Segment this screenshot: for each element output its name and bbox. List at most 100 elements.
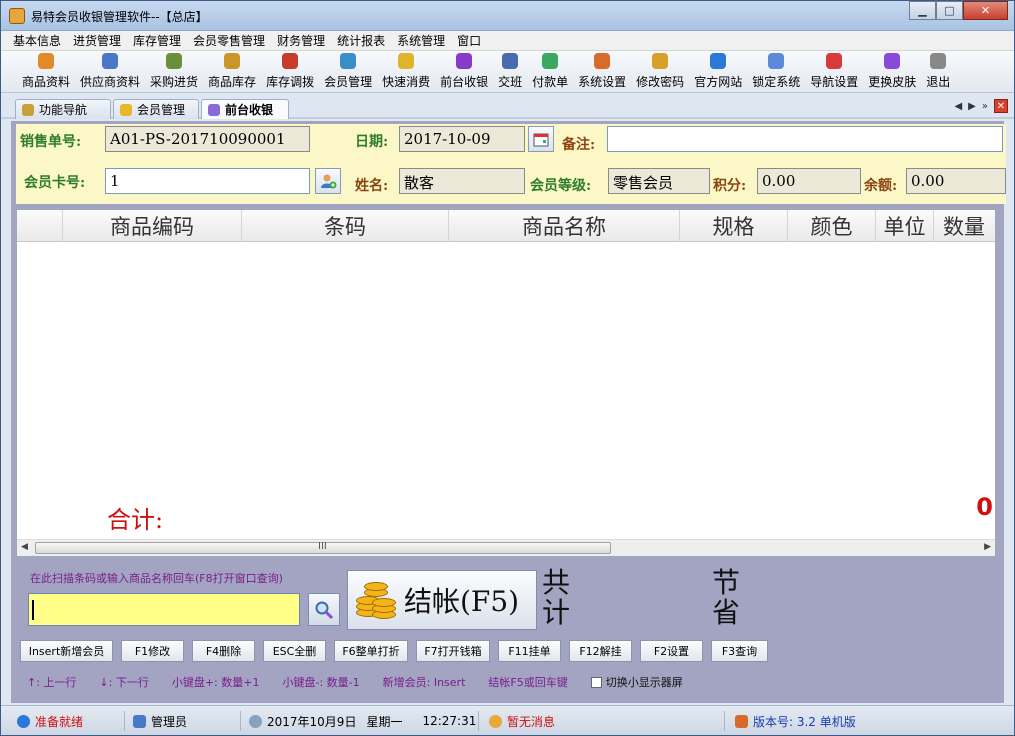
fkey-f1-edit[interactable]: F1修改 <box>121 640 184 662</box>
scroll-right-icon[interactable]: ▶ <box>984 542 991 552</box>
tab-scroll-right-icon[interactable]: ▶ <box>968 101 976 112</box>
tab-cashier[interactable]: 前台收银 <box>201 99 289 119</box>
supplier-icon <box>102 53 119 69</box>
toolbar-button-people[interactable]: 交班 <box>493 52 527 92</box>
status-version-text: 版本号: 3.2 单机版 <box>753 714 856 729</box>
toolbar-button-member[interactable]: 会员管理 <box>319 52 377 92</box>
toolbar-button-transfer[interactable]: 库存调拨 <box>261 52 319 92</box>
toolbar-button-lock[interactable]: 锁定系统 <box>747 52 805 92</box>
toolbar-button-exit[interactable]: 退出 <box>921 52 955 92</box>
col-color[interactable]: 颜色 <box>788 210 876 242</box>
hint-new-member: 新增会员: Insert <box>382 676 466 689</box>
scan-hint: 在此扫描条码或输入商品名称回车(F8打开窗口查询) <box>30 572 283 585</box>
col-unit[interactable]: 单位 <box>876 210 934 242</box>
col-spec[interactable]: 规格 <box>680 210 788 242</box>
fkey-esc-delete-all[interactable]: ESC全删 <box>263 640 326 662</box>
scan-input[interactable] <box>28 593 300 626</box>
fkey-f2-settings[interactable]: F2设置 <box>640 640 703 662</box>
menu-window[interactable]: 窗口 <box>451 32 487 49</box>
balance-label: 余额: <box>864 178 898 194</box>
tab-scroll-left-icon[interactable]: ◀ <box>954 101 962 112</box>
product-icon <box>38 53 54 69</box>
toolbar-button-key[interactable]: 修改密码 <box>631 52 689 92</box>
maximize-button[interactable]: □ <box>936 1 963 20</box>
calendar-icon <box>533 133 549 147</box>
tab-close-icon[interactable]: ✕ <box>994 99 1008 113</box>
toolbar-button-cashier[interactable]: 前台收银 <box>435 52 493 92</box>
fkey-insert-new-member[interactable]: Insert新增会员 <box>20 640 113 662</box>
total-caption: 共计 <box>542 566 571 629</box>
coins-icon <box>354 578 398 622</box>
toolbar-button-ie[interactable]: 官方网站 <box>689 52 747 92</box>
toolbar-label: 供应商资料 <box>80 75 141 89</box>
scrollbar-thumb[interactable]: III <box>35 541 611 554</box>
toolbar-button-skin[interactable]: 更换皮肤 <box>863 52 921 92</box>
fkey-f4-delete[interactable]: F4删除 <box>192 640 255 662</box>
menu-finance[interactable]: 财务管理 <box>271 32 331 49</box>
toolbar-button-settings[interactable]: 系统设置 <box>573 52 631 92</box>
col-product-name[interactable]: 商品名称 <box>449 210 680 242</box>
shortcut-hints: ↑: 上一行 ↓: 下一行 小键盘+: 数量+1 小键盘-: 数量-1 新增会员… <box>27 674 706 690</box>
search-button[interactable] <box>308 593 340 626</box>
fkey-f6-discount[interactable]: F6整单打折 <box>334 640 408 662</box>
menu-retail[interactable]: 会员零售管理 <box>187 32 271 49</box>
status-message[interactable]: 暂无消息 <box>485 711 725 731</box>
toolbar-button-product[interactable]: 商品资料 <box>17 52 75 92</box>
saving-caption: 节省 <box>712 566 741 629</box>
grid-header: 商品编码 条码 商品名称 规格 颜色 单位 数量 <box>17 210 995 242</box>
horizontal-scrollbar[interactable]: ◀ III ▶ <box>17 539 995 556</box>
tab-list-icon[interactable]: » <box>982 101 988 112</box>
sales-grid[interactable]: 商品编码 条码 商品名称 规格 颜色 单位 数量 合计: 0 ◀ III ▶ <box>16 209 996 557</box>
search-icon <box>315 601 334 619</box>
level-label: 会员等级: <box>530 178 592 194</box>
col-barcode[interactable]: 条码 <box>242 210 449 242</box>
date-field[interactable]: 2017-10-09 <box>399 126 525 152</box>
status-time: 12:27:31 <box>422 714 477 728</box>
scroll-left-icon[interactable]: ◀ <box>21 542 28 552</box>
points-label: 积分: <box>713 178 747 194</box>
status-message-text: 暂无消息 <box>507 714 556 729</box>
window-title: 易特会员收银管理软件--【总店】 <box>31 10 208 24</box>
toolbar-label: 采购进货 <box>150 75 199 89</box>
tab-function-nav[interactable]: 功能导航 <box>15 99 111 119</box>
note-field[interactable] <box>607 126 1003 152</box>
fkey-f3-query[interactable]: F3查询 <box>711 640 768 662</box>
minimize-button[interactable]: ▁ <box>909 1 936 20</box>
menu-purchase[interactable]: 进货管理 <box>67 32 127 49</box>
fkey-f11-hold[interactable]: F11挂单 <box>498 640 561 662</box>
status-ready-icon <box>17 714 30 728</box>
menu-inventory[interactable]: 库存管理 <box>127 32 187 49</box>
calendar-button[interactable] <box>528 126 554 152</box>
toolbar-label: 导航设置 <box>810 75 859 89</box>
message-icon <box>489 714 502 728</box>
col-quantity[interactable]: 数量 <box>934 210 994 242</box>
menu-reports[interactable]: 统计报表 <box>331 32 391 49</box>
fkey-f12-resume[interactable]: F12解挂 <box>569 640 632 662</box>
toolbar-label: 库存调拨 <box>266 75 315 89</box>
tab-member-management[interactable]: 会员管理 <box>113 99 199 119</box>
order-no-label: 销售单号: <box>20 134 82 150</box>
close-button[interactable]: ✕ <box>963 1 1008 20</box>
status-date: 2017年10月9日 <box>267 714 357 729</box>
menu-basic-info[interactable]: 基本信息 <box>7 32 67 49</box>
toolbar-button-truck[interactable]: 采购进货 <box>145 52 203 92</box>
small-display-checkbox[interactable] <box>590 676 602 688</box>
menu-system[interactable]: 系统管理 <box>391 32 451 49</box>
col-product-code[interactable]: 商品编码 <box>63 210 242 242</box>
coin-icon <box>398 53 415 69</box>
member-lookup-button[interactable] <box>315 168 341 194</box>
checkout-button[interactable]: 结帐(F5) <box>347 570 537 630</box>
toolbar-button-bill[interactable]: 付款单 <box>527 52 573 92</box>
name-field: 散客 <box>399 168 525 194</box>
fkey-f7-cash-drawer[interactable]: F7打开钱箱 <box>416 640 490 662</box>
hint-down: ↓: 下一行 <box>99 676 149 689</box>
toolbar-button-box[interactable]: 商品库存 <box>203 52 261 92</box>
text-caret <box>32 600 34 620</box>
toolbar-button-supplier[interactable]: 供应商资料 <box>75 52 145 92</box>
toolbar-button-coin[interactable]: 快速消费 <box>377 52 435 92</box>
toolbar-button-nav[interactable]: 导航设置 <box>805 52 863 92</box>
card-field[interactable]: 1 <box>105 168 310 194</box>
skin-icon <box>884 53 901 69</box>
clock-icon <box>249 714 262 728</box>
order-form: 销售单号: A01-PS-201710090001 日期: 2017-10-09… <box>16 124 1006 204</box>
